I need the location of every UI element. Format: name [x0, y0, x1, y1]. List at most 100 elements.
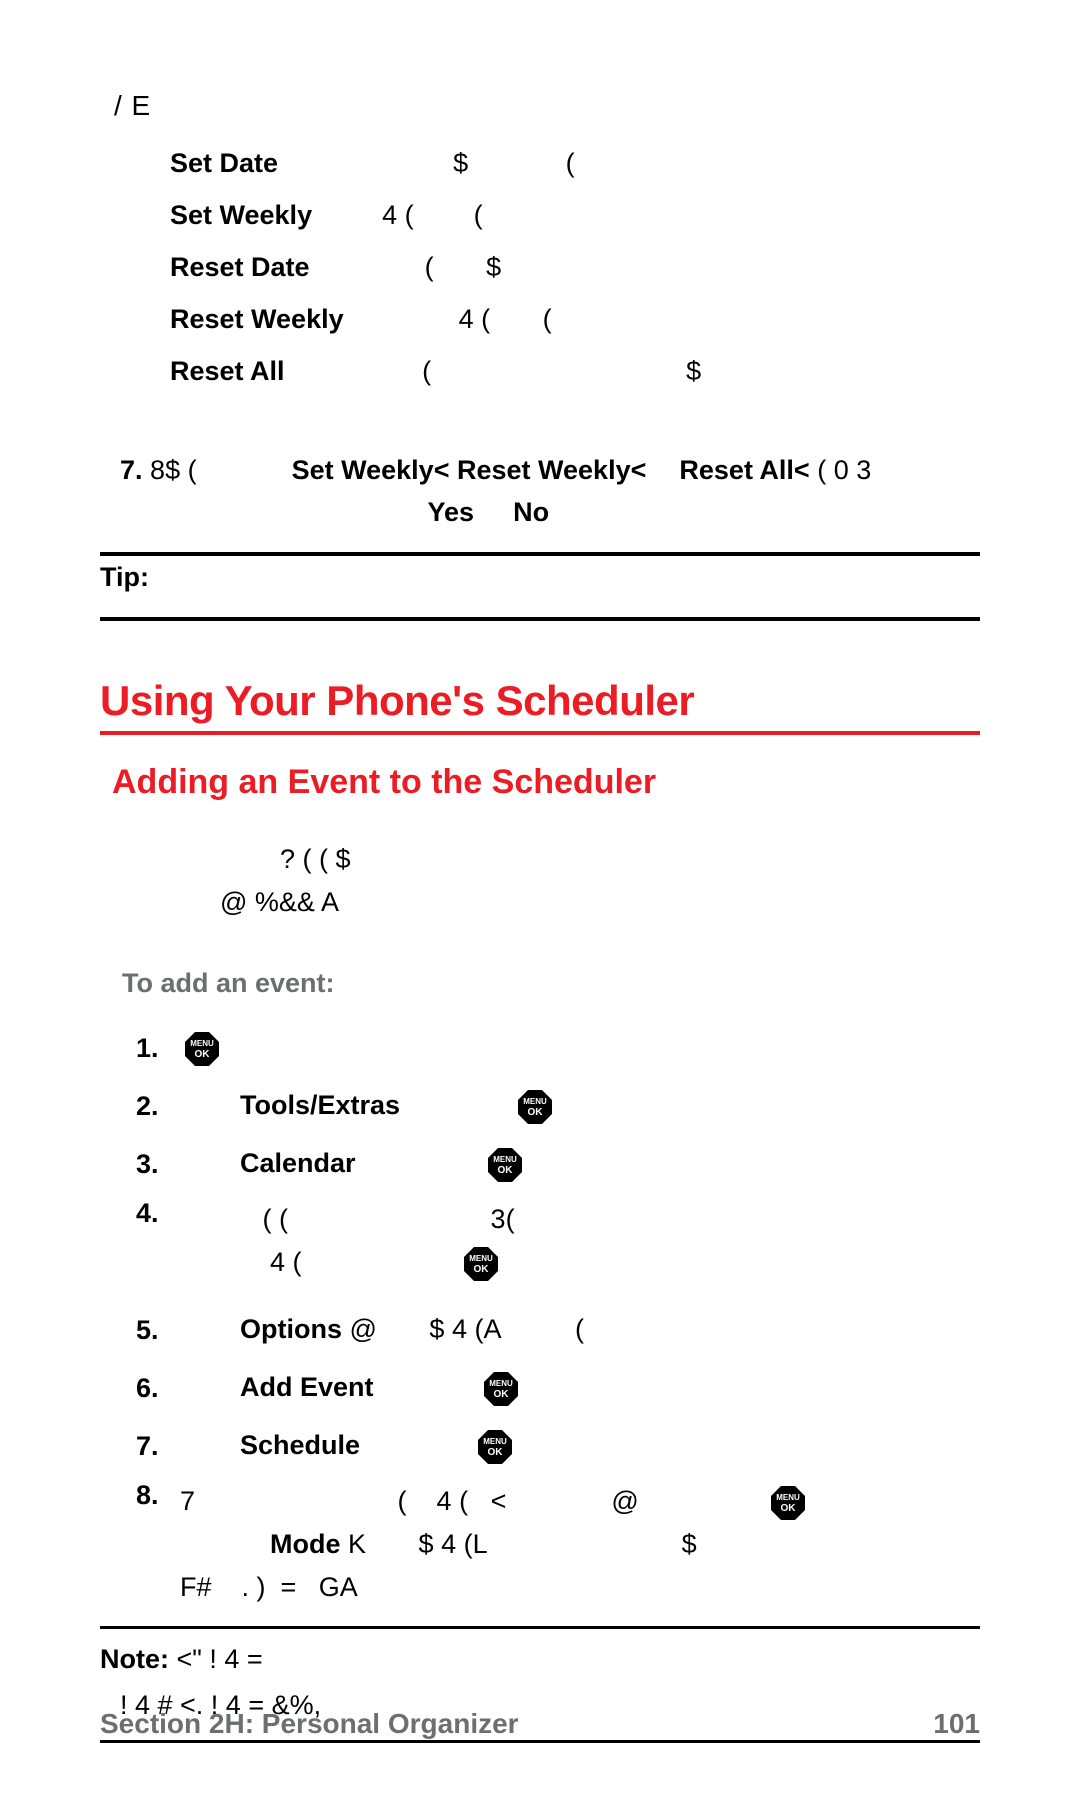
step-row: 3. Calendar MENUOK [136, 1135, 980, 1193]
footer-page-number: 101 [933, 1708, 980, 1740]
option-label: Reset Weekly [170, 304, 344, 335]
svg-text:MENU: MENU [493, 1155, 517, 1164]
step7-b2: Reset Weekly< [457, 455, 646, 485]
body-fragment: ? ( ( $ @ %&& A [100, 838, 980, 924]
page: / E Set Date $ (Set Weekly 4 ( (Reset Da… [0, 0, 1080, 1800]
step-row: 6. Add Event MENUOK [136, 1359, 980, 1417]
lead-in: To add an event: [100, 968, 980, 999]
svg-text:OK: OK [527, 1107, 543, 1118]
svg-text:OK: OK [498, 1165, 514, 1176]
step-text [374, 1372, 479, 1402]
step-bold: Mode [270, 1529, 341, 1559]
svg-text:MENU: MENU [190, 1039, 214, 1048]
step-row: 5. Options @ $ 4 (A ( [136, 1301, 980, 1359]
step-bold: Options [240, 1314, 342, 1344]
step-row: 2. Tools/Extras MENUOK [136, 1077, 980, 1135]
step-number: 3. [136, 1149, 180, 1180]
tip-label: Tip: [100, 556, 980, 599]
step-text: 7 ( 4 ( < @ [180, 1486, 766, 1516]
step-bold: Tools/Extras [240, 1090, 400, 1120]
step-bold: Add Event [240, 1372, 374, 1402]
divider [100, 1740, 980, 1743]
svg-text:MENU: MENU [483, 1437, 507, 1446]
step-text [180, 1529, 270, 1559]
red-underline [100, 731, 980, 735]
step7-b3: Reset All< [679, 455, 809, 485]
option-rest: ( $ [320, 252, 502, 283]
step-text: ( ( 3( [180, 1204, 515, 1234]
option-rest: 4 ( ( [354, 304, 552, 335]
sub-heading: Adding an Event to the Scheduler [100, 763, 980, 802]
step-text [180, 1314, 240, 1344]
step-text [356, 1148, 484, 1178]
step-body: Tools/Extras MENUOK [180, 1084, 980, 1127]
svg-text:MENU: MENU [777, 1493, 801, 1502]
option-row: Reset All ( $ [170, 356, 980, 408]
step-row: 8.7 ( 4 ( < @ MENUOK Mode K $ 4 (L $F# .… [136, 1475, 980, 1610]
step-body: MENUOK [180, 1026, 980, 1069]
option-row: Set Date $ ( [170, 148, 980, 200]
svg-text:OK: OK [781, 1503, 797, 1514]
step7-no: No [513, 497, 549, 527]
step-text [180, 1372, 240, 1402]
menu-ok-icon: MENUOK [770, 1485, 806, 1521]
step-text: K $ 4 (L $ [341, 1529, 697, 1559]
step-number: 4. [136, 1198, 180, 1229]
step-row: 7. Schedule MENUOK [136, 1417, 980, 1475]
step-number: 5. [136, 1315, 180, 1346]
option-rest: 4 ( ( [322, 200, 483, 231]
page-footer: Section 2H: Personal Organizer 101 [0, 1708, 1080, 1740]
top-leader: / E [100, 90, 980, 122]
step-bold: Schedule [240, 1430, 360, 1460]
step-number: 6. [136, 1373, 180, 1404]
menu-ok-icon: MENUOK [487, 1147, 523, 1183]
step-bold: Calendar [240, 1148, 356, 1178]
svg-text:OK: OK [493, 1389, 509, 1400]
body-line-2: @ %&& A [220, 881, 980, 924]
divider [100, 617, 980, 621]
step-row: 4. ( ( 3( 4 ( MENUOK [136, 1193, 980, 1301]
svg-text:OK: OK [487, 1447, 503, 1458]
menu-ok-icon: MENUOK [517, 1089, 553, 1125]
step-number: 1. [136, 1033, 180, 1064]
note-label: Note: [100, 1644, 169, 1674]
step-number: 2. [136, 1091, 180, 1122]
heading-block: Using Your Phone's Scheduler [100, 677, 980, 735]
step-7-outer: 7. 8$ ( Set Weekly< Reset Weekly< Reset … [100, 450, 980, 534]
page-heading: Using Your Phone's Scheduler [100, 677, 980, 725]
svg-text:MENU: MENU [469, 1254, 493, 1263]
note-line-1: <" ! 4 = [177, 1644, 263, 1674]
step7-pre: 8$ ( [150, 455, 197, 485]
step-number: 7. [136, 1431, 180, 1462]
step-number: 8. [136, 1480, 180, 1511]
option-list: Set Date $ (Set Weekly 4 ( (Reset Date (… [100, 148, 980, 408]
svg-text:MENU: MENU [523, 1097, 547, 1106]
option-label: Set Date [170, 148, 278, 179]
step-text [180, 1148, 240, 1178]
option-label: Reset Date [170, 252, 310, 283]
menu-ok-icon: MENUOK [483, 1371, 519, 1407]
step7-yes: Yes [428, 497, 475, 527]
steps-list: 1.MENUOK2. Tools/Extras MENUOK3. Calenda… [100, 1019, 980, 1610]
step-row: 1.MENUOK [136, 1019, 980, 1077]
option-rest: ( $ [295, 356, 702, 387]
option-row: Reset Weekly 4 ( ( [170, 304, 980, 356]
step-text: @ $ 4 (A ( [342, 1314, 584, 1344]
svg-text:MENU: MENU [489, 1379, 513, 1388]
step-body: Options @ $ 4 (A ( [180, 1308, 980, 1351]
option-label: Reset All [170, 356, 285, 387]
option-row: Reset Date ( $ [170, 252, 980, 304]
step-text: 4 ( [180, 1247, 459, 1277]
menu-ok-icon: MENUOK [463, 1246, 499, 1282]
step7-post: ( 0 3 [817, 455, 871, 485]
step-body: 7 ( 4 ( < @ MENUOK Mode K $ 4 (L $F# . )… [180, 1480, 980, 1610]
step7-b1: Set Weekly< [292, 455, 450, 485]
menu-ok-icon: MENUOK [477, 1429, 513, 1465]
step-body: Calendar MENUOK [180, 1142, 980, 1185]
step-text [360, 1430, 473, 1460]
step-text [400, 1090, 513, 1120]
step7-number: 7. [120, 455, 143, 485]
option-label: Set Weekly [170, 200, 312, 231]
step-text [180, 1430, 240, 1460]
svg-text:OK: OK [195, 1049, 211, 1060]
